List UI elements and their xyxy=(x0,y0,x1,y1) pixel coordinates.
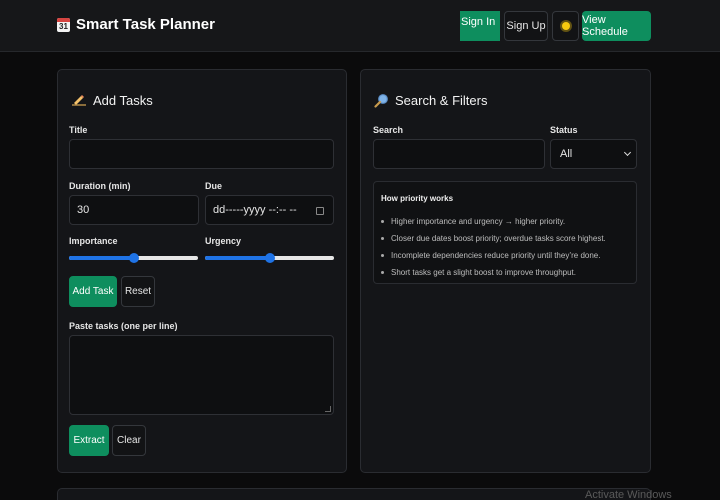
clear-button[interactable]: Clear xyxy=(112,425,146,456)
urgency-label: Urgency xyxy=(205,236,242,246)
list-item: Short tasks get a slight boost to improv… xyxy=(381,264,631,281)
task-list-card xyxy=(57,488,651,500)
search-label: Search xyxy=(373,125,404,135)
writing-hand-icon xyxy=(72,94,86,106)
importance-slider-fill xyxy=(69,256,134,260)
sun-icon xyxy=(561,22,570,30)
title-label: Title xyxy=(69,125,88,135)
bullet-icon xyxy=(381,271,384,274)
chevron-down-icon xyxy=(623,148,632,157)
urgency-slider[interactable] xyxy=(205,253,334,263)
due-value: dd-----yyyy --:-- -- xyxy=(213,204,297,216)
theme-toggle-button[interactable] xyxy=(552,11,579,41)
help-list: Higher importance and urgency → higher p… xyxy=(381,213,631,281)
view-schedule-button[interactable]: View Schedule xyxy=(582,11,651,41)
list-item: Incomplete dependencies reduce priority … xyxy=(381,247,631,264)
resize-handle-icon[interactable] xyxy=(325,406,331,412)
brand[interactable]: 31 Smart Task Planner xyxy=(57,16,215,33)
importance-slider[interactable] xyxy=(69,253,198,263)
due-datetime-input[interactable]: dd-----yyyy --:-- -- xyxy=(205,195,334,225)
status-selected-value: All xyxy=(560,148,573,160)
calendar-picker-icon[interactable] xyxy=(316,207,324,215)
due-label: Due xyxy=(205,181,223,191)
magnifier-icon xyxy=(374,94,388,108)
reset-button[interactable]: Reset xyxy=(121,276,155,307)
bullet-icon xyxy=(381,237,384,240)
add-task-button[interactable]: Add Task xyxy=(69,276,117,307)
list-item: Closer due dates boost priority; overdue… xyxy=(381,230,631,247)
bullet-icon xyxy=(381,220,384,223)
title-input[interactable] xyxy=(69,139,334,169)
priority-help-box: How priority works Higher importance and… xyxy=(373,181,637,284)
search-filters-heading: Search & Filters xyxy=(374,93,487,108)
urgency-slider-thumb[interactable] xyxy=(264,253,275,263)
top-navbar: 31 Smart Task Planner Sign In Sign Up Vi… xyxy=(0,0,720,52)
paste-tasks-label: Paste tasks (one per line) xyxy=(69,321,178,331)
bullet-icon xyxy=(381,254,384,257)
activate-windows-watermark: Activate Windows xyxy=(585,489,672,500)
status-select[interactable]: All xyxy=(550,139,637,169)
search-input[interactable] xyxy=(373,139,545,169)
urgency-slider-fill xyxy=(205,256,270,260)
sign-in-button[interactable]: Sign In xyxy=(460,11,500,41)
sign-up-button[interactable]: Sign Up xyxy=(504,11,548,41)
duration-input[interactable]: 30 xyxy=(69,195,199,225)
add-tasks-heading: Add Tasks xyxy=(71,93,153,108)
status-label: Status xyxy=(550,125,578,135)
importance-label: Importance xyxy=(69,236,118,246)
list-item: Higher importance and urgency → higher p… xyxy=(381,213,631,230)
extract-button[interactable]: Extract xyxy=(69,425,109,456)
paste-tasks-textarea[interactable] xyxy=(69,335,334,415)
duration-label: Duration (min) xyxy=(69,181,131,191)
importance-slider-thumb[interactable] xyxy=(128,253,139,263)
app-title: Smart Task Planner xyxy=(76,16,215,33)
calendar-icon: 31 xyxy=(57,17,70,32)
help-title: How priority works xyxy=(381,194,454,203)
